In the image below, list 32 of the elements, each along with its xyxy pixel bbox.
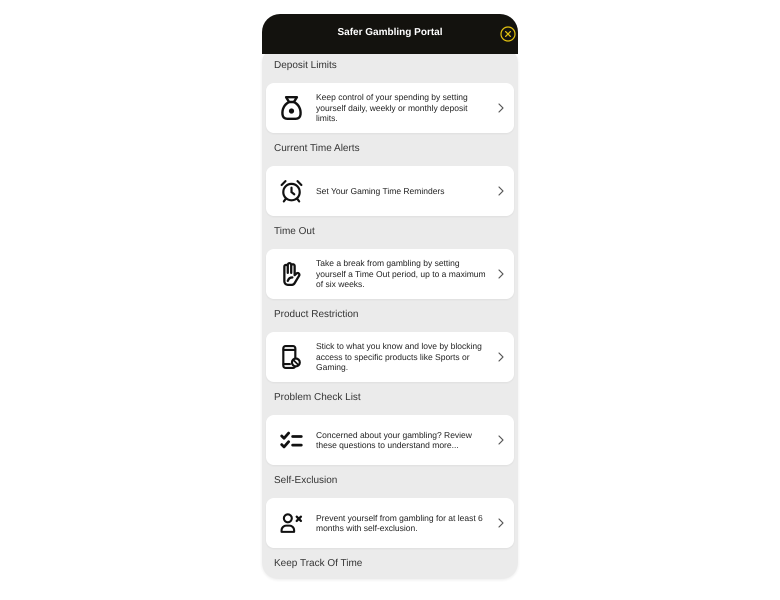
chevron-right-icon xyxy=(498,269,504,279)
card-description: Keep control of your spending by setting yourself daily, weekly or monthly deposit limits. xyxy=(316,92,469,124)
chevron-right-icon xyxy=(498,435,504,445)
section-heading: Keep Track Of Time xyxy=(273,558,364,570)
chevron-right-icon xyxy=(498,518,504,528)
chevron-right-icon xyxy=(498,352,504,362)
menu-card[interactable]: Set Your Gaming Time Reminders xyxy=(266,166,514,216)
section-heading: Self-Exclusion xyxy=(273,475,338,487)
menu-card[interactable]: Stick to what you know and love by blocking access to specific products like Sports or Gaming. xyxy=(266,332,514,382)
card-description: Prevent yourself from gambling for at least 6 months with self-exclusion. xyxy=(316,512,484,534)
menu-card[interactable]: Prevent yourself from gambling for at least 6 months with self-exclusion. xyxy=(266,498,514,548)
section-heading: Problem Check List xyxy=(273,392,362,404)
chevron-right-icon xyxy=(498,103,504,113)
card-description: Stick to what you know and love by blocking access to specific products like Sports or Gaming. xyxy=(316,341,483,373)
menu-card[interactable]: Keep control of your spending by setting yourself daily, weekly or monthly deposit limits. xyxy=(266,83,514,133)
section-heading: Product Restriction xyxy=(273,309,360,321)
pot-icon xyxy=(280,96,302,120)
person-remove-icon xyxy=(280,511,302,535)
menu-card[interactable]: Take a break from gambling by setting yourself a Time Out period, up to a maximum of six weeks. xyxy=(266,249,514,299)
menu-card[interactable]: Concerned about your gambling? Review these questions to understand more... xyxy=(266,415,514,465)
close-button[interactable] xyxy=(500,26,516,42)
close-icon xyxy=(500,26,516,42)
section-heading: Current Time Alerts xyxy=(273,143,361,155)
window-title: Safer Gambling Portal xyxy=(337,26,443,38)
chevron-right-icon xyxy=(498,186,504,196)
section-heading: Deposit Limits xyxy=(273,60,338,72)
section-heading: Time Out xyxy=(273,226,316,238)
card-description: Take a break from gambling by setting yourself a Time Out period, up to a maximum of six weeks. xyxy=(316,258,487,290)
alarm-clock-icon xyxy=(280,179,302,203)
phone-block-icon xyxy=(280,345,302,369)
card-description: Set Your Gaming Time Reminders xyxy=(316,186,446,196)
card-description: Concerned about your gambling? Review these questions to understand more... xyxy=(316,430,473,450)
